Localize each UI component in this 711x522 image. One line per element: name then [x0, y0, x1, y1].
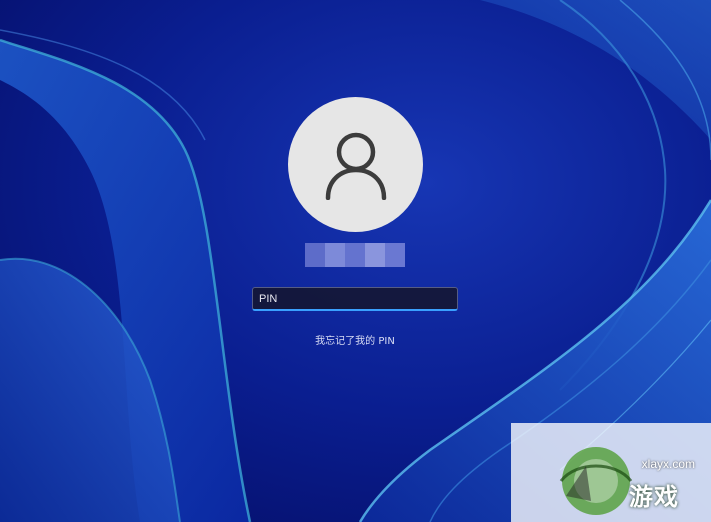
forgot-pin-link[interactable]: 我忘记了我的 PIN: [255, 332, 455, 347]
watermark: xlayx.com 游戏: [511, 423, 711, 522]
pin-field[interactable]: [252, 287, 458, 311]
watermark-logo: [559, 447, 633, 515]
watermark-url: xlayx.com: [641, 457, 695, 471]
watermark-text: 游戏: [629, 483, 679, 511]
user-avatar: [288, 97, 423, 232]
user-icon: [325, 132, 386, 200]
pin-input[interactable]: [253, 288, 457, 309]
lock-screen: 我忘记了我的 PIN xlayx.com 游戏: [0, 0, 711, 522]
username-blurred: [305, 243, 405, 267]
